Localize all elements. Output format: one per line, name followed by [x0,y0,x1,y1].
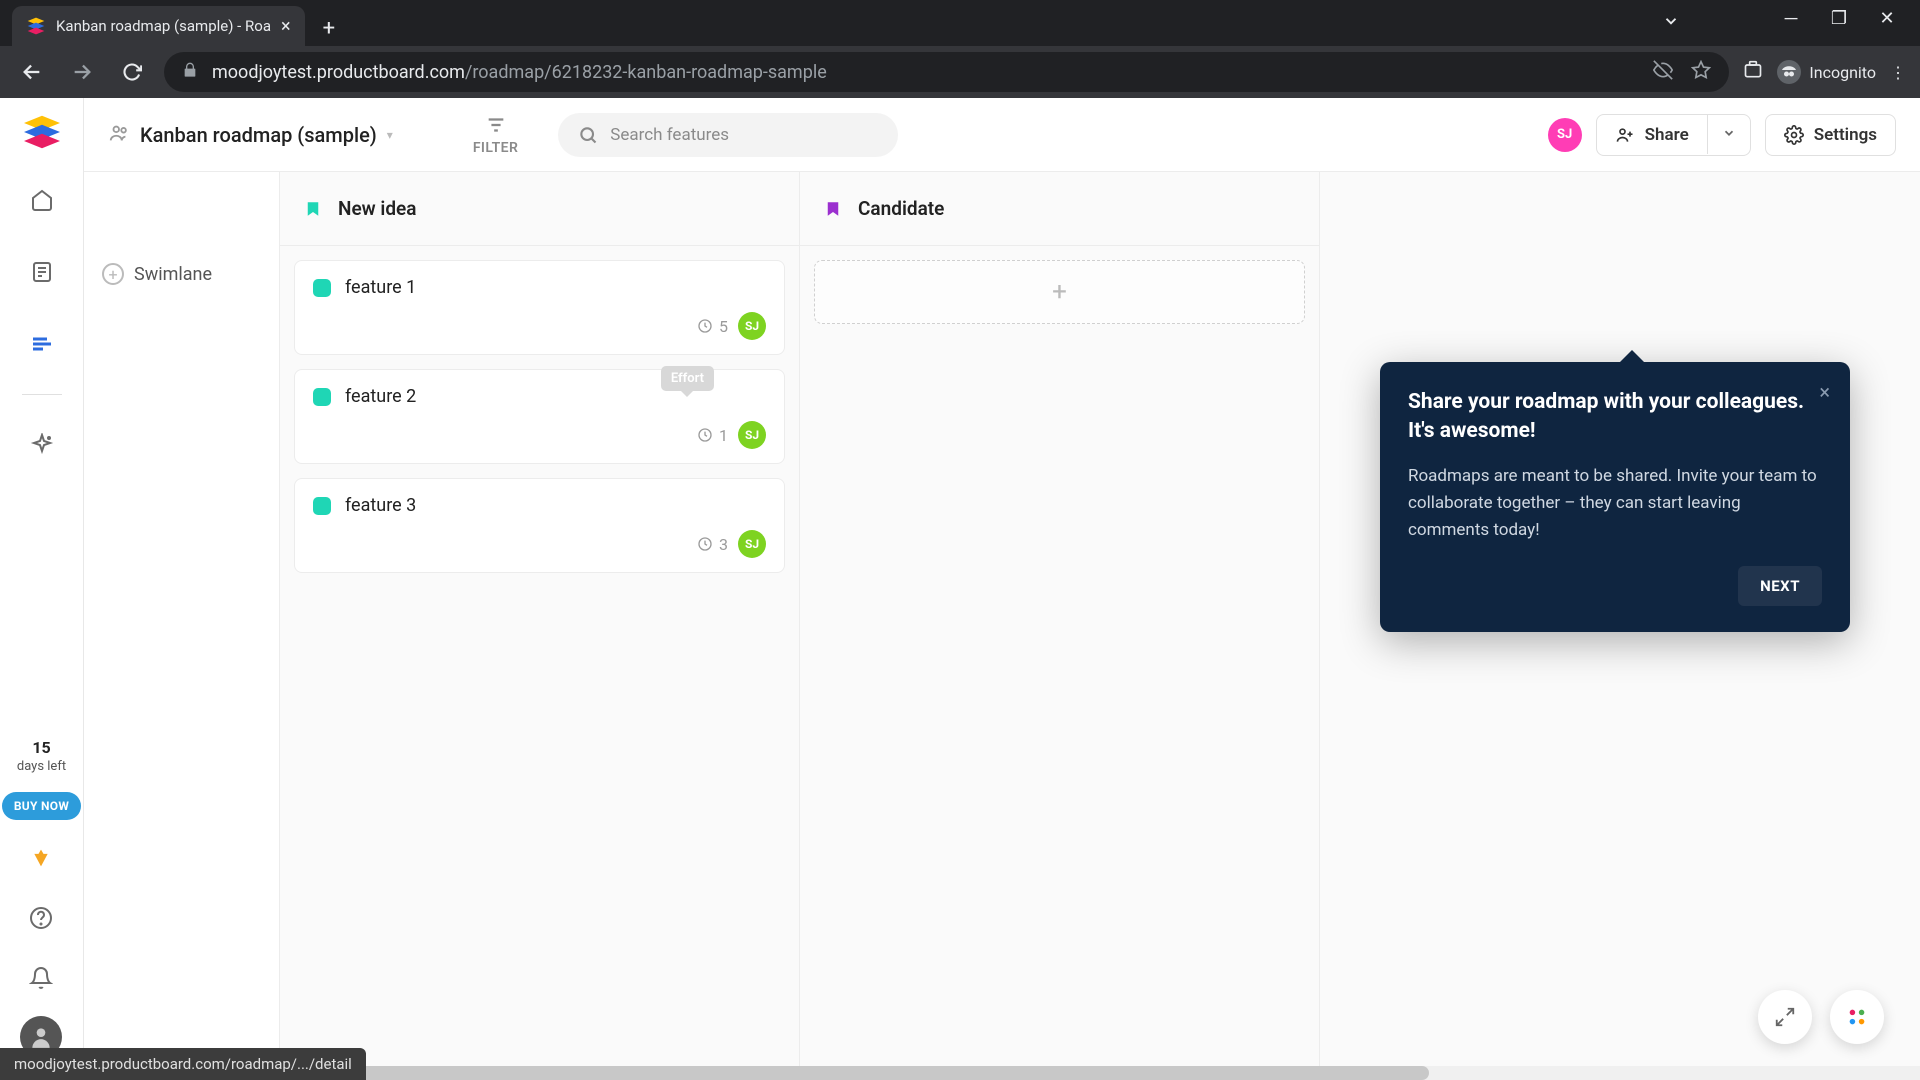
url-path: /roadmap/6218232-kanban-roadmap-sample [465,62,827,83]
assignee-badge[interactable]: SJ [738,530,766,558]
window-maximize-icon[interactable]: ❐ [1824,8,1854,29]
board-title-selector[interactable]: Kanban roadmap (sample) ▾ [108,122,393,148]
column-title: Candidate [858,197,944,220]
help-icon[interactable] [19,896,63,940]
popover-next-button[interactable]: NEXT [1738,566,1822,606]
eye-off-icon[interactable] [1653,60,1673,85]
popover-title: Share your roadmap with your colleagues.… [1408,388,1822,447]
search-field[interactable] [558,113,898,157]
notes-icon[interactable] [20,250,64,294]
card-color-swatch [313,388,331,406]
browser-status-bar: moodjoytest.productboard.com/roadmap/...… [0,1048,366,1080]
feature-card[interactable]: Effort feature 2 1 [294,369,785,464]
app-logo-icon[interactable] [24,114,60,150]
share-dropdown-button[interactable] [1707,115,1750,154]
card-title: feature 1 [345,277,416,298]
expand-fab[interactable] [1758,990,1812,1044]
effort-value: 3 [697,535,728,554]
card-color-swatch [313,279,331,297]
card-title: feature 2 [345,386,416,407]
roadmap-icon[interactable] [20,322,64,366]
tab-favicon-icon [26,16,46,36]
diamond-icon[interactable] [19,836,63,880]
browser-menu-icon[interactable]: ⋮ [1890,63,1906,82]
share-button[interactable]: Share [1597,115,1707,155]
nav-forward-button[interactable] [64,54,100,90]
sparkle-icon[interactable] [20,423,64,467]
bell-icon[interactable] [19,956,63,1000]
feature-card[interactable]: feature 3 3 SJ [294,478,785,573]
nav-back-button[interactable] [14,54,50,90]
lock-icon [182,62,198,83]
onboarding-popover: × Share your roadmap with your colleague… [1380,362,1850,632]
assignee-badge[interactable]: SJ [738,421,766,449]
browser-tab-bar: Kanban roadmap (sample) - Roa × + ─ ❐ ✕ [0,0,1920,46]
popover-body: Roadmaps are meant to be shared. Invite … [1408,463,1822,545]
browser-tab[interactable]: Kanban roadmap (sample) - Roa × [12,6,305,46]
chevron-down-icon: ▾ [387,128,393,142]
filter-button[interactable]: FILTER [473,114,518,156]
nav-reload-button[interactable] [114,54,150,90]
kanban-column: Candidate + [800,172,1320,1080]
buy-now-button[interactable]: BUY NOW [2,792,81,820]
settings-button[interactable]: Settings [1765,114,1896,156]
gear-icon [1784,125,1804,145]
popover-close-icon[interactable]: × [1819,380,1830,404]
board-title: Kanban roadmap (sample) [140,123,377,147]
address-bar: moodjoytest.productboard.com/roadmap/621… [0,46,1920,98]
star-icon[interactable] [1691,60,1711,85]
bookmark-icon [824,198,842,220]
left-sidebar: 15 days left BUY NOW [0,98,84,1080]
nav-separator [22,394,62,395]
url-domain: moodjoytest.productboard.com [212,62,465,83]
card-title: feature 3 [345,495,416,516]
search-input[interactable] [610,125,878,145]
search-icon [578,125,598,145]
user-avatar-badge[interactable]: SJ [1548,118,1582,152]
effort-value: 1 [697,426,728,445]
column-title: New idea [338,197,416,220]
effort-tooltip: Effort [661,366,714,391]
bookmark-icon [304,198,322,220]
plus-circle-icon: + [102,263,124,285]
clock-icon [697,318,713,334]
card-color-swatch [313,497,331,515]
clock-icon [697,427,713,443]
add-card-button[interactable]: + [814,260,1305,324]
window-minimize-icon[interactable]: ─ [1776,8,1806,29]
clock-icon [697,536,713,552]
app-topbar: Kanban roadmap (sample) ▾ FILTER SJ [84,98,1920,172]
assignee-badge[interactable]: SJ [738,312,766,340]
window-close-icon[interactable]: ✕ [1872,8,1902,29]
horizontal-scrollbar[interactable] [168,1066,1920,1080]
tabs-dropdown-icon[interactable] [1662,12,1680,34]
incognito-label: Incognito [1809,63,1876,82]
kanban-column: New idea feature 1 [280,172,800,1080]
extensions-icon[interactable] [1743,60,1763,84]
effort-value: 5 [697,317,728,336]
incognito-badge[interactable]: Incognito [1777,60,1876,84]
share-icon [1615,125,1635,145]
feature-card[interactable]: feature 1 5 SJ [294,260,785,355]
tab-title: Kanban roadmap (sample) - Roa [56,17,271,35]
url-bar[interactable]: moodjoytest.productboard.com/roadmap/621… [164,52,1729,92]
tab-close-icon[interactable]: × [281,16,291,37]
people-icon [108,122,130,148]
add-swimlane-button[interactable]: + Swimlane [84,246,279,302]
new-tab-button[interactable]: + [313,10,345,46]
window-controls: ─ ❐ ✕ [1758,0,1920,37]
apps-fab[interactable] [1830,990,1884,1044]
trial-days-left: 15 days left [17,738,66,776]
home-icon[interactable] [20,178,64,222]
swimlane-column: + Swimlane [84,172,280,1080]
